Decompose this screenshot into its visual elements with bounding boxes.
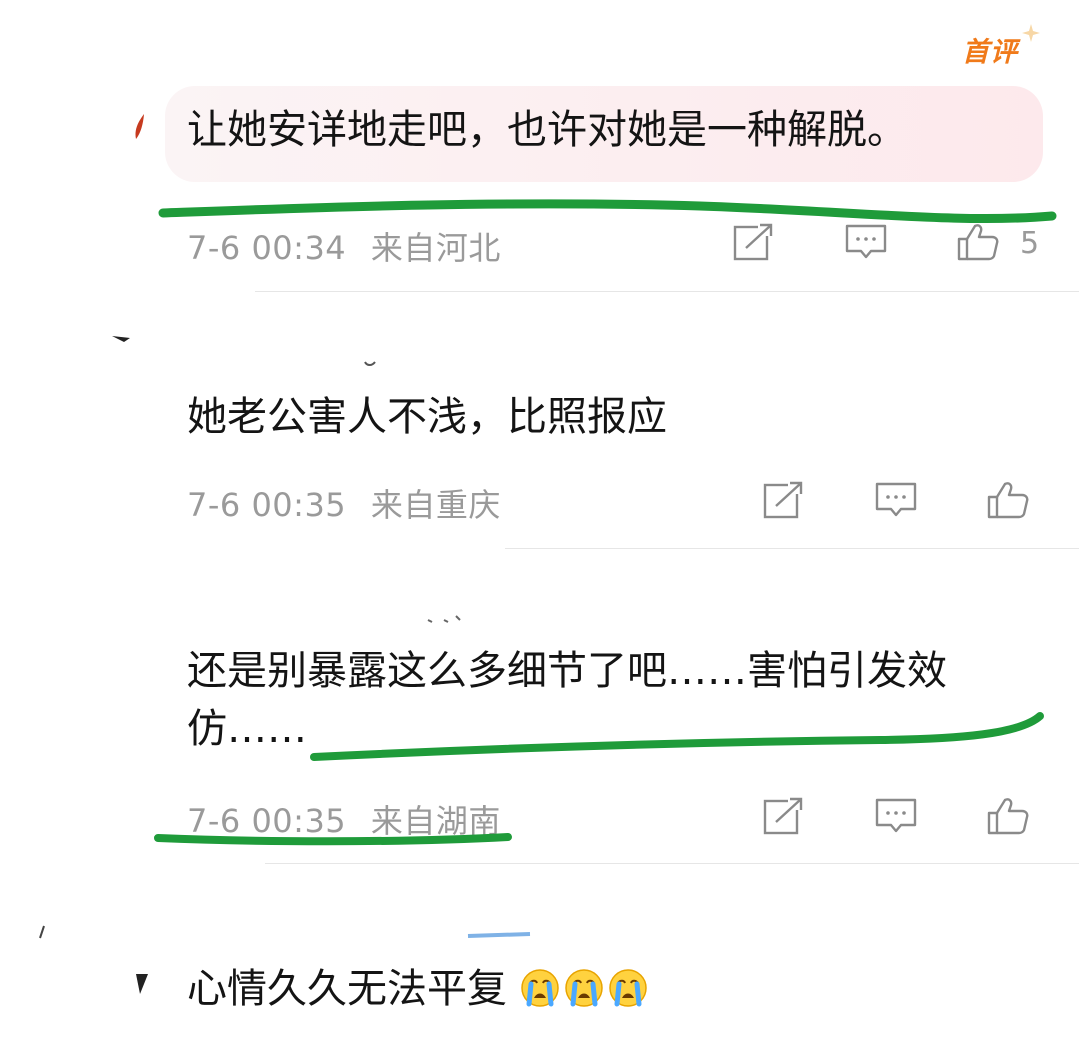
comment-text: 让她安详地走吧，也许对她是一种解脱。 — [187, 107, 907, 153]
username-fragment — [427, 615, 461, 623]
comment-location: 来自河北 — [370, 229, 501, 267]
comment-text: 她老公害人不浅，比照报应 — [187, 394, 667, 440]
share-icon[interactable] — [762, 480, 806, 520]
first-comment-badge: 首评 — [962, 37, 1018, 68]
comment-time: 7-6 00:35 — [187, 802, 347, 840]
avatar[interactable] — [132, 970, 152, 998]
comment-time: 7-6 00:35 — [187, 486, 347, 524]
comment-icon[interactable] — [874, 796, 918, 836]
avatar[interactable] — [110, 332, 140, 346]
crying-emoji-icon — [520, 969, 559, 1007]
sparkle-icon — [1022, 24, 1040, 42]
avatar[interactable] — [36, 924, 48, 942]
share-icon[interactable] — [732, 222, 776, 262]
comment-text: 还是别暴露这么多细节了吧……害怕引发效仿…… — [187, 648, 947, 752]
username-fragment — [467, 932, 531, 938]
comment-text: 心情久久无法平复 — [187, 960, 652, 1018]
comment-icon[interactable] — [844, 222, 888, 262]
comment-location: 来自重庆 — [370, 486, 501, 524]
avatar[interactable] — [130, 112, 150, 142]
comment-location: 来自湖南 — [370, 802, 501, 840]
comment-meta: 7-6 00:35 来自湖南 — [187, 796, 501, 842]
crying-emoji-icon — [608, 969, 647, 1007]
thumbs-up-icon[interactable] — [956, 222, 1000, 262]
comment-1[interactable]: 首评 让她安详地走吧，也许对她是一种解脱。 7-6 00:34 来自河北 5 — [0, 0, 1079, 292]
share-icon[interactable] — [762, 796, 806, 836]
comment-meta: 7-6 00:35 来自重庆 — [187, 480, 501, 526]
comment-4[interactable]: 心情久久无法平复 — [0, 864, 1079, 1047]
crying-emoji-icon — [564, 969, 603, 1007]
thumbs-up-icon[interactable] — [986, 480, 1030, 520]
thumbs-up-icon[interactable] — [986, 796, 1030, 836]
comment-2[interactable]: 她老公害人不浅，比照报应 7-6 00:35 来自重庆 — [0, 292, 1079, 549]
comment-icon[interactable] — [874, 480, 918, 520]
comment-time: 7-6 00:34 — [187, 229, 347, 267]
comment-text-body: 心情久久无法平复 — [187, 966, 507, 1012]
like-count: 5 — [1020, 226, 1040, 261]
comment-meta: 7-6 00:34 来自河北 — [187, 223, 501, 269]
comment-3[interactable]: 还是别暴露这么多细节了吧……害怕引发效仿…… 7-6 00:35 来自湖南 — [0, 548, 1079, 864]
username-fragment — [364, 361, 376, 366]
